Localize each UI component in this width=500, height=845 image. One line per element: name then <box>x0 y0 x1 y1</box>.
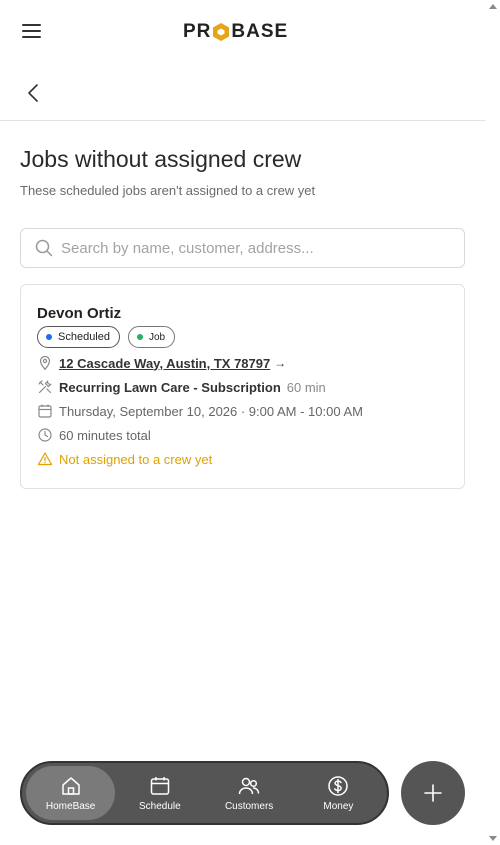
nav-item-label: Schedule <box>139 800 181 812</box>
clock-icon <box>38 428 52 442</box>
address-link[interactable]: 12 Cascade Way, Austin, TX 78797 <box>59 356 270 371</box>
page: PR BASE Jobs without assigned crew These… <box>0 0 486 845</box>
sub-header <box>0 62 486 121</box>
address-row: 12 Cascade Way, Austin, TX 78797 → <box>37 355 286 371</box>
status-dot-icon <box>46 334 52 340</box>
date-row: Thursday, September 10, 2026 · 9:00 AM -… <box>37 403 363 419</box>
search-icon <box>35 239 53 257</box>
hamburger-icon-line <box>22 24 41 26</box>
status-badge: Scheduled <box>37 326 120 348</box>
scroll-down-icon[interactable] <box>489 836 497 841</box>
add-button[interactable] <box>401 761 465 825</box>
plus-icon <box>424 784 442 802</box>
calendar-icon <box>38 404 52 418</box>
arrow-right-icon: → <box>274 356 287 370</box>
nav-item-homebase[interactable]: HomeBase <box>26 766 116 820</box>
type-dot-icon <box>137 334 143 340</box>
scroll-up-icon[interactable] <box>489 4 497 9</box>
calendar-icon <box>150 776 170 795</box>
search-box <box>20 228 465 268</box>
dollar-icon <box>328 775 349 796</box>
warning-icon <box>37 452 53 466</box>
job-badges: Scheduled Job <box>37 326 176 348</box>
type-label: Job <box>149 331 166 343</box>
nav-item-money[interactable]: Money <box>294 766 383 820</box>
logo-text-left: PR <box>183 21 212 42</box>
nav-item-customers[interactable]: Customers <box>205 766 294 820</box>
job-date-time: Thursday, September 10, 2026 · 9:00 AM -… <box>59 403 363 419</box>
map-pin-icon <box>39 355 51 371</box>
crew-warning-row: Not assigned to a crew yet <box>37 451 212 467</box>
status-label: Scheduled <box>58 331 110 343</box>
total-duration: 60 minutes total <box>59 427 151 443</box>
nav-item-label: HomeBase <box>45 800 96 812</box>
hexagon-logo-icon <box>213 23 230 41</box>
tools-icon <box>38 380 52 394</box>
page-subtitle: These scheduled jobs aren't assigned to … <box>20 183 316 198</box>
search-input[interactable] <box>61 235 451 261</box>
menu-button[interactable] <box>22 24 42 40</box>
probase-logo[interactable]: PR BASE <box>183 20 288 44</box>
nav-item-schedule[interactable]: Schedule <box>115 766 204 820</box>
type-badge: Job <box>128 326 176 348</box>
top-bar: PR BASE <box>0 0 486 62</box>
nav-item-label: Customers <box>224 800 274 812</box>
customer-name: Devon Ortiz <box>37 305 122 322</box>
service-row: Recurring Lawn Care - Subscription 60 mi… <box>37 379 326 395</box>
total-row: 60 minutes total <box>37 427 151 443</box>
nav-item-label: Money <box>323 800 354 812</box>
hamburger-icon-line <box>22 36 41 38</box>
page-title: Jobs without assigned crew <box>20 146 302 172</box>
bottom-nav: HomeBase Schedule Customers Money <box>20 761 389 825</box>
service-duration: 60 min <box>286 379 326 395</box>
chevron-left-icon <box>28 84 38 102</box>
logo-text-right: BASE <box>231 21 289 42</box>
hamburger-icon-line <box>22 30 41 32</box>
service-name: Recurring Lawn Care - Subscription <box>59 379 281 395</box>
users-icon <box>238 777 260 794</box>
scrollbar[interactable] <box>486 0 500 845</box>
back-button[interactable] <box>24 82 44 104</box>
job-card[interactable]: Devon Ortiz Scheduled Job 12 Cascade Way… <box>20 284 465 489</box>
home-icon <box>61 776 80 795</box>
crew-warning-text: Not assigned to a crew yet <box>59 451 213 467</box>
